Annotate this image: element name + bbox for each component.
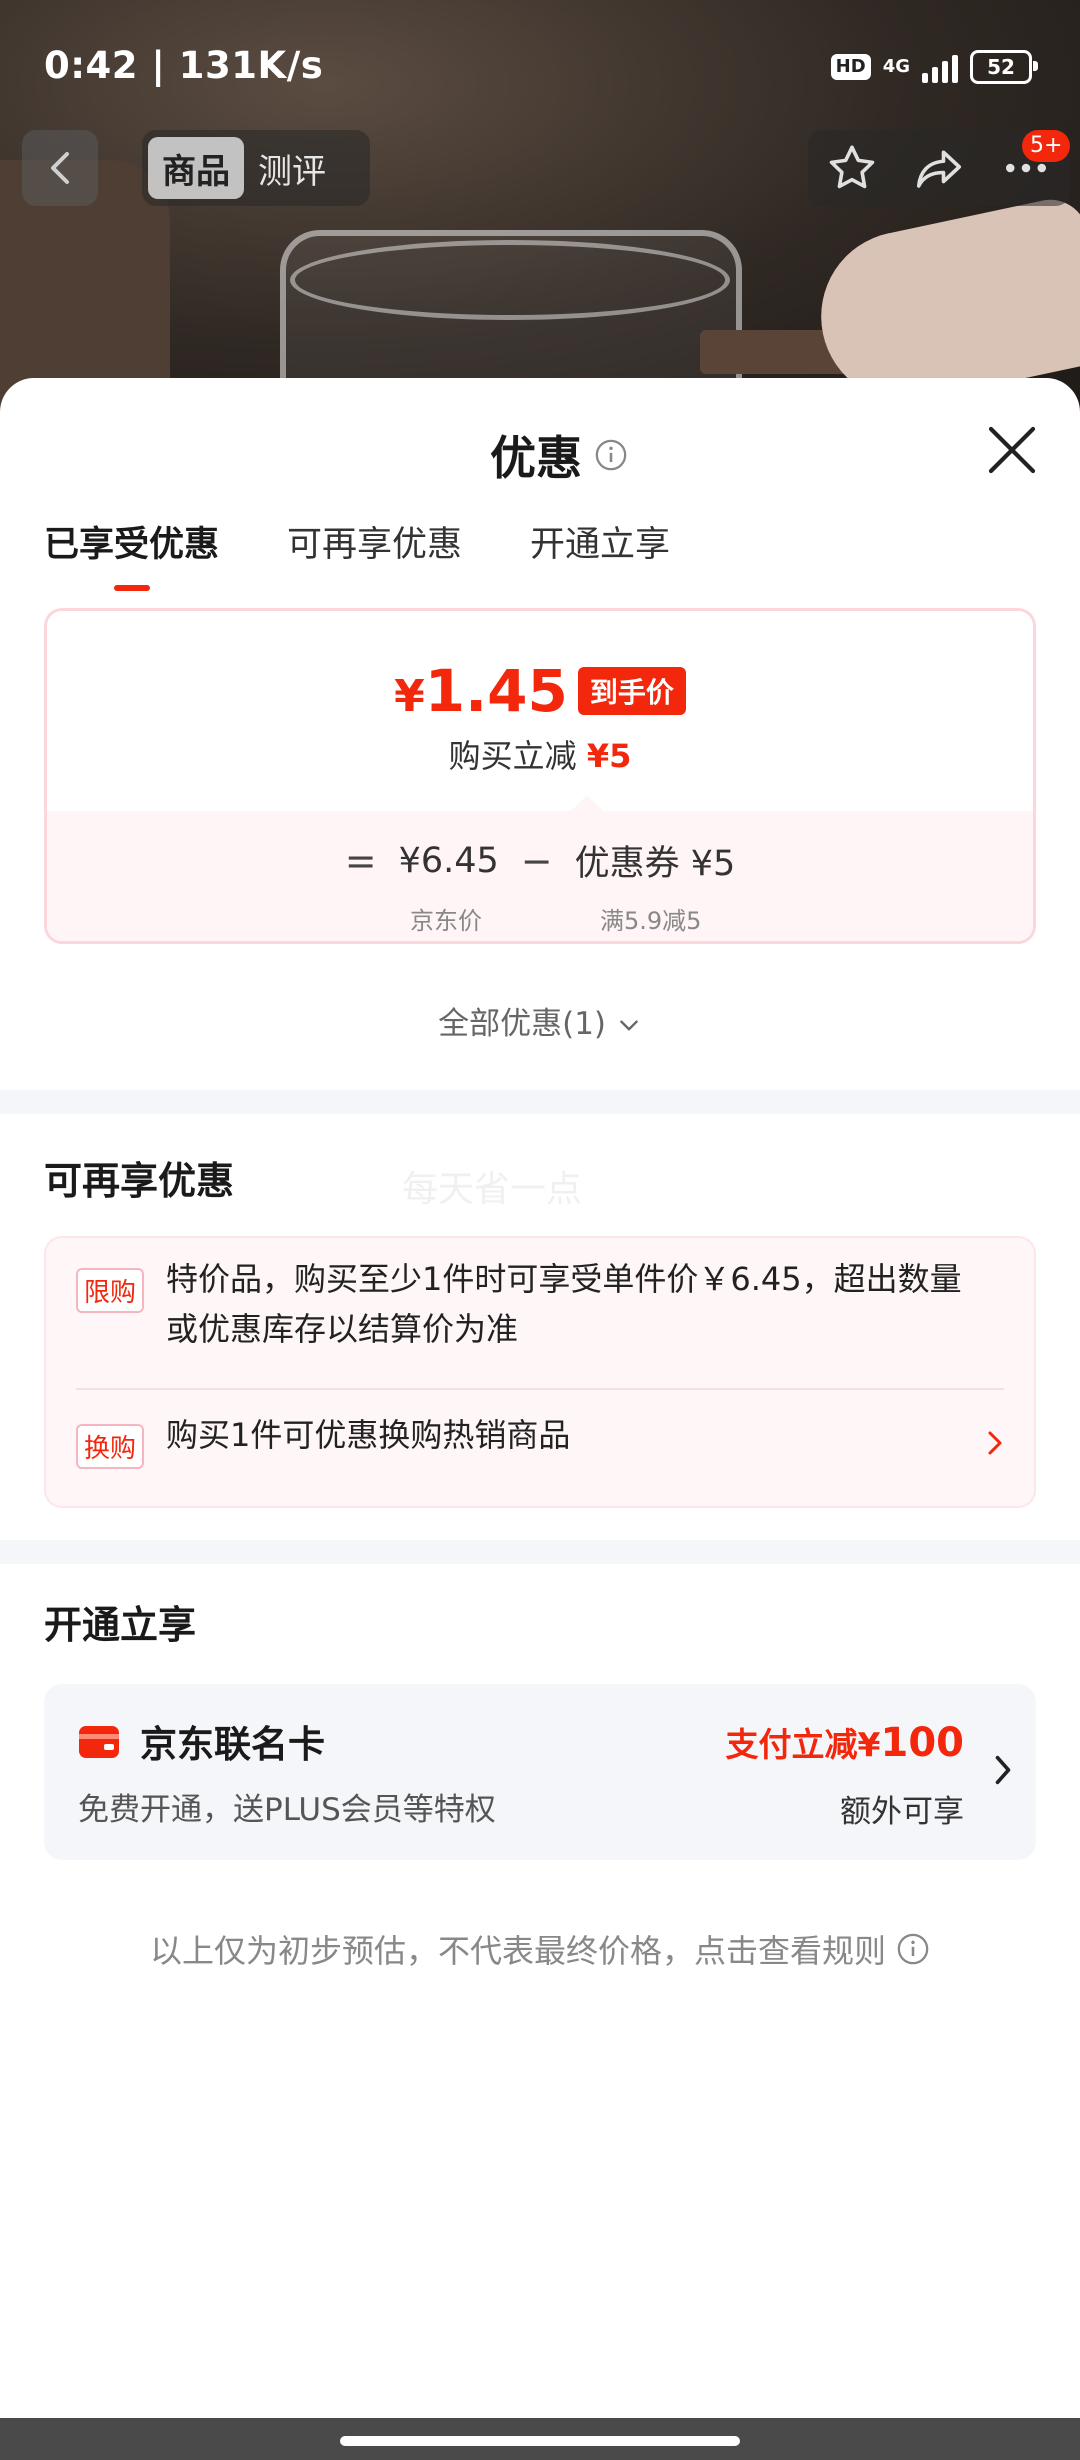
battery-level: 52 — [987, 55, 1015, 79]
message-count-badge: 5+ — [1022, 130, 1071, 162]
signal-icon — [922, 51, 958, 83]
price-card: ¥1.45 到手价 购买立减 ¥5 = ¥6.45 − 优惠券 ¥5 京东价 满… — [44, 608, 1036, 944]
price-disclaimer[interactable]: 以上仅为初步预估，不代表最终价格，点击查看规则 — [0, 1926, 1080, 1972]
coupon-condition: 满5.9减5 — [600, 907, 702, 935]
tab-review[interactable]: 测评 — [244, 137, 340, 199]
card-name: 京东联名卡 — [140, 1723, 325, 1766]
jd-price: ¥6.45 — [398, 840, 499, 881]
home-indicator[interactable] — [340, 2436, 740, 2446]
card-extra-label: 额外可享 — [840, 1794, 964, 1830]
battery-icon: 52 — [970, 50, 1038, 84]
tab-more-offers[interactable]: 可再享优惠 — [287, 516, 462, 597]
offer-limit-text: 特价品，购买至少1件时可享受单件价￥6.45，超出数量 或优惠库存以结算价为准 — [166, 1254, 962, 1354]
sheet-title: 优惠 — [490, 431, 582, 485]
share-icon[interactable] — [912, 141, 966, 195]
chevron-right-icon[interactable] — [992, 1752, 1014, 1788]
offer-swap-text[interactable]: 购买1件可优惠换购热销商品 — [166, 1410, 570, 1460]
direct-cut-row: 购买立减 ¥5 — [47, 731, 1033, 777]
final-price-value: 1.45 — [424, 657, 568, 725]
disclaimer-text: 以上仅为初步预估，不代表最终价格，点击查看规则 — [149, 1932, 886, 1970]
status-bar: 0:42 | 131K/s HD 4G 52 — [0, 0, 1080, 135]
coupon-amount: 优惠券 ¥5 — [574, 844, 736, 884]
info-icon — [897, 1933, 929, 1965]
section-divider — [0, 1090, 1080, 1114]
price-breakdown: = ¥6.45 − 优惠券 ¥5 京东价 满5.9减5 — [47, 795, 1033, 941]
offer-tag-limit: 限购 — [76, 1268, 145, 1313]
hd-icon: HD — [830, 54, 871, 80]
final-price: ¥1.45 — [394, 657, 568, 725]
extra-offers-card: 限购 特价品，购买至少1件时可享受单件价￥6.45，超出数量 或优惠库存以结算价… — [44, 1236, 1036, 1508]
glass-cup-rim — [290, 240, 730, 320]
info-icon[interactable] — [594, 438, 628, 472]
price-formula: = ¥6.45 − 优惠券 ¥5 — [47, 835, 1033, 886]
tab-open-now[interactable]: 开通立享 — [530, 516, 670, 597]
minus-sign: − — [520, 838, 553, 883]
back-arrow-icon — [51, 152, 69, 184]
chevron-down-icon — [620, 1019, 638, 1030]
all-offers-button[interactable]: 全部优惠(1) — [0, 998, 1080, 1043]
status-time: 0:42 | 131K/s — [44, 44, 324, 87]
section-divider — [0, 1540, 1080, 1564]
tab-product[interactable]: 商品 — [148, 137, 244, 199]
network-label: 4G — [882, 56, 910, 77]
direct-cut-value: ¥5 — [586, 737, 632, 775]
cobrand-card-offer[interactable]: 京东联名卡 免费开通，送PLUS会员等特权 支付立减¥100 额外可享 — [44, 1684, 1036, 1860]
offer-limit-line2: 或优惠库存以结算价为准 — [166, 1310, 519, 1348]
status-indicators: HD 4G 52 — [830, 50, 1038, 84]
star-icon[interactable] — [825, 141, 879, 195]
price-summary: ¥1.45 到手价 购买立减 ¥5 — [47, 611, 1033, 811]
jd-price-label: 京东价 — [410, 907, 482, 935]
discount-sheet: 优惠 已享受优惠 可再享优惠 开通立享 ¥1.45 到手价 购买立减 ¥5 = … — [0, 378, 1080, 2418]
card-promo-prefix: 支付立减¥ — [725, 1725, 881, 1764]
offer-limit-line1: 特价品，购买至少1件时可享受单件价￥6.45，超出数量 — [166, 1260, 962, 1298]
open-now-title: 开通立享 — [44, 1603, 197, 1647]
final-price-badge: 到手价 — [577, 667, 686, 715]
credit-card-icon — [79, 1726, 119, 1758]
card-promo: 支付立减¥100 — [726, 1718, 964, 1766]
discount-tabs: 已享受优惠 可再享优惠 开通立享 — [44, 516, 670, 597]
chevron-right-icon[interactable] — [984, 1428, 1006, 1458]
extra-offers-title: 可再享优惠 — [44, 1159, 235, 1203]
final-price-row: ¥1.45 到手价 — [47, 657, 1033, 725]
offer-tag-swap[interactable]: 换购 — [76, 1424, 145, 1469]
product-nav-tabs: 商品 测评 — [142, 130, 370, 206]
back-button[interactable] — [22, 130, 98, 206]
card-promo-amount: 100 — [880, 1720, 965, 1766]
direct-cut-label: 购买立减 — [448, 737, 577, 775]
offer-divider — [76, 1388, 1004, 1390]
close-icon[interactable] — [984, 422, 1040, 478]
equals-sign: = — [344, 838, 377, 883]
card-description: 免费开通，送PLUS会员等特权 — [78, 1792, 496, 1828]
tab-enjoyed[interactable]: 已享受优惠 — [44, 516, 219, 597]
all-offers-label: 全部优惠(1) — [438, 1006, 607, 1042]
sheet-header: 优惠 — [490, 422, 628, 488]
currency-symbol: ¥ — [394, 671, 425, 722]
watermark-text: 每天省一点 — [402, 1169, 583, 1210]
